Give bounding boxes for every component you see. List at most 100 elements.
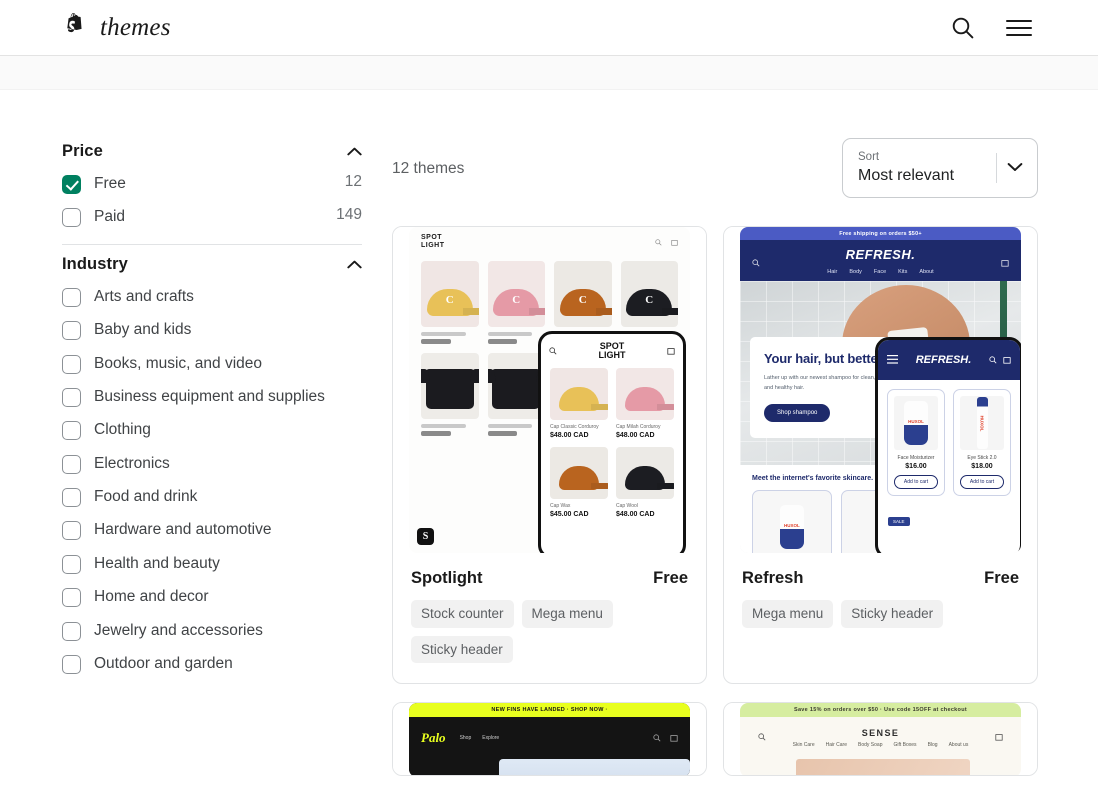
checkbox-books-music-and-video[interactable] [62,354,81,374]
theme-preview-palo[interactable]: NEW FINS HAVE LANDED · SHOP NOW · Palo S… [393,703,706,776]
chevron-down-icon[interactable] [1007,159,1033,177]
preview-mobile-product-price: $48.00 CAD [616,432,655,439]
filter-option-hardware-and-automotive[interactable]: Hardware and automotive [62,513,362,546]
theme-card-palo[interactable]: NEW FINS HAVE LANDED · SHOP NOW · Palo S… [392,702,707,777]
preview-nav-link: Face [873,269,887,275]
preview-nav-link: Body [849,269,862,275]
brand-logo-link[interactable]: themes [62,12,171,43]
preview-mobile-product-price: $18.00 [971,463,993,470]
filter-option-jewelry-and-accessories[interactable]: Jewelry and accessories [62,614,362,647]
checkbox-paid[interactable] [62,208,81,228]
filter-option-count: 12 [344,173,362,190]
filters-sidebar: Price Free 12 Paid 149 Industry Arts and… [62,138,362,776]
checkbox-free[interactable] [62,175,81,194]
filter-option-books-music-and-video[interactable]: Books, music, and video [62,347,362,380]
filter-option-label: Arts and crafts [94,287,194,305]
preview-mobile-search-icon [549,342,557,360]
preview-search-icon [758,728,766,746]
filter-option-food-and-drink[interactable]: Food and drink [62,480,362,513]
preview-hero-button: Shop shampoo [764,403,831,422]
checkbox-home-and-decor[interactable] [62,588,81,608]
preview-nav-link: Gift Boxes [893,742,917,749]
filter-option-label: Books, music, and video [94,354,263,372]
checkbox-jewelry-and-accessories[interactable] [62,621,81,641]
preview-cart-icon [671,233,678,251]
theme-name: Refresh [742,569,804,587]
sort-texts: Sort Most relevant [858,149,992,187]
filter-option-home-and-decor[interactable]: Home and decor [62,580,362,613]
preview-mobile-product-name: Eye Stick 2.0 [967,455,997,461]
theme-tag: Mega menu [521,600,613,628]
checkbox-clothing[interactable] [62,421,81,441]
theme-price: Free [653,569,688,587]
checkbox-business-equipment-and-supplies[interactable] [62,387,81,407]
preview-mobile-logo-line2: LIGHT [598,350,626,360]
brand-wordmark: themes [100,13,171,41]
preview-mobile-search-icon [989,351,997,369]
filter-group-price-header[interactable]: Price [62,138,362,167]
preview-mobile-overlay: SPOT LIGHT Cap Classic Corduroy $48.00 C… [538,331,686,553]
checkbox-hardware-and-automotive[interactable] [62,521,81,541]
preview-nav-link: Blog [927,742,938,749]
filter-group-price: Price Free 12 Paid 149 [62,138,362,245]
filter-option-free[interactable]: Free 12 [62,167,362,200]
preview-mobile-product: HUXOL Eye Stick 2.0 $18.00 Add to cart [953,389,1011,496]
preview-product-tile [421,353,479,436]
filter-option-electronics[interactable]: Electronics [62,447,362,480]
theme-preview-sense[interactable]: Save 15% on orders over $50 · Use code 1… [724,703,1037,776]
theme-tags: Stock counter Mega menu Sticky header [411,600,688,664]
filter-option-label: Clothing [94,421,151,439]
preview-nav-link: Hair [827,269,838,275]
chevron-up-icon[interactable] [347,147,362,156]
preview-chat-badge: S [417,528,434,545]
filter-option-label: Home and decor [94,588,209,606]
results-area: 12 themes Sort Most relevant SPOT LIGHT … [392,138,1038,777]
preview-nav-link: Shop [459,735,472,742]
theme-card-sense[interactable]: Save 15% on orders over $50 · Use code 1… [723,702,1038,777]
filter-group-title: Industry [62,254,128,273]
filter-option-outdoor-and-garden[interactable]: Outdoor and garden [62,647,362,680]
search-icon[interactable] [946,11,980,45]
filter-option-paid[interactable]: Paid 149 [62,200,362,233]
theme-tag: Stock counter [411,600,514,628]
theme-card-refresh[interactable]: Free shipping on orders $50+ REFRESH. Ha… [723,226,1038,685]
preview-mobile-product: HUXOL Face Moisturizer $16.00 Add to car… [887,389,945,496]
checkbox-outdoor-and-garden[interactable] [62,654,81,674]
hamburger-menu-icon[interactable] [1002,14,1036,42]
checkbox-food-and-drink[interactable] [62,488,81,507]
theme-preview-spotlight[interactable]: SPOT LIGHT C C C C SPOT LIGHT Cap Classi… [393,227,706,553]
preview-mobile-add-to-cart: Add to cart [894,475,938,489]
preview-mobile-product-name: Cap Milah Corduroy [616,424,661,430]
sort-dropdown[interactable]: Sort Most relevant [842,138,1038,198]
filter-option-count: 149 [336,206,362,224]
filter-option-label: Hardware and automotive [94,521,272,539]
filter-option-health-and-beauty[interactable]: Health and beauty [62,547,362,580]
filter-option-baby-and-kids[interactable]: Baby and kids [62,313,362,346]
theme-preview-refresh[interactable]: Free shipping on orders $50+ REFRESH. Ha… [724,227,1037,553]
theme-card-meta: Spotlight Free Stock counter Mega menu S… [393,553,706,683]
preview-logo: REFRESH. [845,247,916,262]
checkbox-health-and-beauty[interactable] [62,554,81,574]
preview-search-icon [752,254,760,272]
preview-nav-link: Skin Care [792,742,815,749]
results-toolbar: 12 themes Sort Most relevant [392,138,1038,200]
checkbox-baby-and-kids[interactable] [62,321,81,341]
chevron-up-icon[interactable] [347,260,362,269]
checkbox-arts-and-crafts[interactable] [62,287,81,307]
preview-mobile-product-name: Face Moisturizer [897,455,935,461]
preview-announcement-bar: Save 15% on orders over $50 · Use code 1… [740,703,1021,718]
preview-announcement-bar: Free shipping on orders $50+ [740,227,1021,240]
preview-mobile-product-name: Cap Wool [616,503,638,509]
theme-card-spotlight[interactable]: SPOT LIGHT C C C C SPOT LIGHT Cap Classi… [392,226,707,685]
checkbox-electronics[interactable] [62,454,81,474]
preview-mobile-add-to-cart: Add to cart [960,475,1004,489]
preview-mobile-cart-icon [667,342,675,360]
theme-tag: Sticky header [411,635,513,664]
filter-option-arts-and-crafts[interactable]: Arts and crafts [62,280,362,313]
filter-group-industry-header[interactable]: Industry [62,251,362,280]
filter-option-clothing[interactable]: Clothing [62,413,362,446]
preview-mobile-overlay: REFRESH. HUXOL Face Moisturizer $16.00 A… [875,337,1021,553]
filter-option-business-equipment-and-supplies[interactable]: Business equipment and supplies [62,380,362,413]
preview-mobile-product-price: $45.00 CAD [550,511,589,518]
preview-mobile-product: Cap Wool $48.00 CAD [616,447,674,518]
